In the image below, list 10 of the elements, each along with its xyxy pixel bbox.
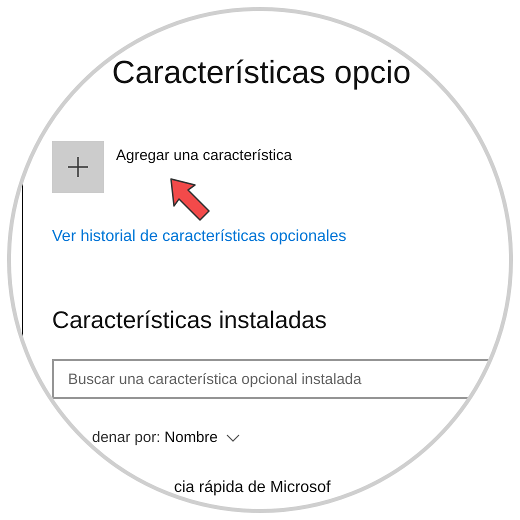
history-link[interactable]: Ver historial de características opcionales <box>52 225 509 249</box>
sort-dropdown[interactable]: Nombre <box>164 427 240 450</box>
sort-label: denar por: <box>92 428 160 448</box>
plus-icon <box>67 156 89 178</box>
page-title: Características opcio <box>112 53 411 92</box>
chevron-down-icon <box>226 434 240 442</box>
add-feature-label[interactable]: Agregar una característica <box>116 145 292 168</box>
add-button[interactable] <box>52 141 104 193</box>
section-heading: Características instaladas <box>52 306 328 336</box>
feature-item[interactable]: cia rápida de Microsof <box>174 476 509 500</box>
